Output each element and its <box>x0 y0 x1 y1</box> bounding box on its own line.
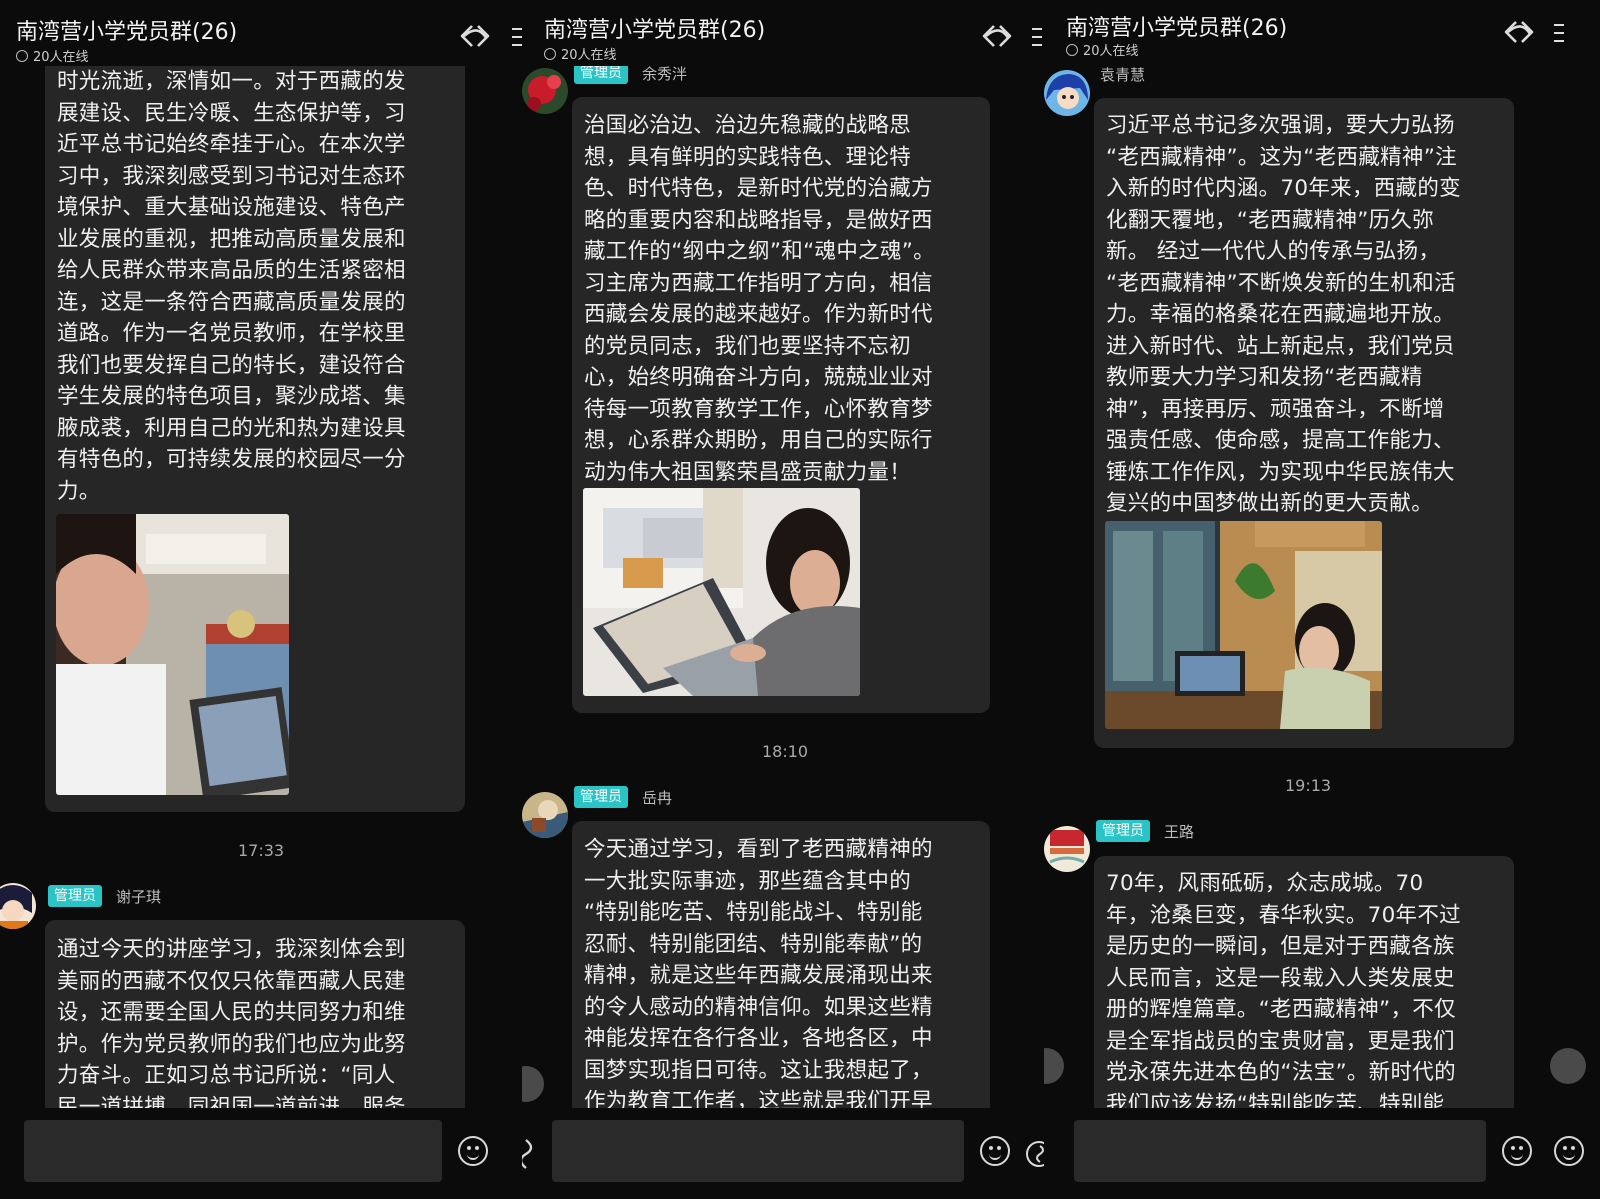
message-text: 治国必治边、治边先稳藏的战略思 想，具有鲜明的实践特色、理论特 色、时代特色，是… <box>584 113 935 485</box>
avatar[interactable] <box>522 68 568 114</box>
timestamp: 19:13 <box>1285 776 1332 795</box>
group-title[interactable]: 南湾营小学党员群(26) <box>16 14 237 46</box>
message-input[interactable] <box>552 1120 964 1182</box>
admin-badge: 管理员 <box>574 786 628 808</box>
chat-header: 南湾营小学党员群(26) 20人在线 <box>0 0 522 66</box>
emoji-icon[interactable] <box>1502 1136 1532 1166</box>
online-count: 20人在线 <box>33 50 89 65</box>
message-text: 习近平总书记多次强调，要大力弘扬 “老西藏精神”。这为“老西藏精神”注 入新的时… <box>1106 113 1461 516</box>
group-title[interactable]: 南湾营小学党员群(26) <box>544 12 765 44</box>
message-input[interactable] <box>1074 1120 1486 1182</box>
online-count: 20人在线 <box>1083 44 1139 59</box>
online-status: 20人在线 <box>544 44 617 63</box>
online-status: 20人在线 <box>1066 40 1139 59</box>
scroll-left-icon[interactable] <box>1044 1048 1064 1084</box>
message-photo[interactable] <box>56 514 289 795</box>
timestamp: 18:10 <box>762 742 809 761</box>
avatar[interactable] <box>1044 70 1090 116</box>
sender-name[interactable]: 袁青慧 <box>1100 64 1145 85</box>
menu-icon[interactable] <box>512 28 522 50</box>
message-text: 通过今天的讲座学习，我深刻体会到 美丽的西藏不仅仅只依靠西藏人民建 设，还需要全… <box>57 937 406 1120</box>
admin-badge: 管理员 <box>1096 820 1150 842</box>
avatar[interactable] <box>522 792 568 838</box>
emoji-icon[interactable] <box>458 1136 488 1166</box>
menu-icon[interactable] <box>1032 28 1042 50</box>
avatar[interactable] <box>1044 826 1090 872</box>
emoji-icon[interactable] <box>980 1136 1010 1166</box>
admin-badge: 管理员 <box>48 885 102 907</box>
message-photo[interactable] <box>583 488 860 696</box>
avatar[interactable] <box>0 883 36 929</box>
chat-panel-1: 时光流逝，深情如一。对于西藏的发 展建设、民生冷暖、生态保护等，习 近平总书记始… <box>0 0 522 1199</box>
online-count: 20人在线 <box>561 48 617 63</box>
chat-header: 南湾营小学党员群(26) 20人在线 <box>1044 0 1600 62</box>
check-circle-icon <box>544 48 556 60</box>
message-input[interactable] <box>24 1120 442 1182</box>
voice-icon[interactable] <box>522 1138 538 1170</box>
check-circle-icon <box>1066 44 1078 56</box>
timestamp: 17:33 <box>238 841 285 860</box>
emoji-icon[interactable] <box>1554 1136 1584 1166</box>
scroll-right-icon[interactable] <box>1550 1048 1586 1084</box>
message-text: 时光流逝，深情如一。对于西藏的发 展建设、民生冷暖、生态保护等，习 近平总书记始… <box>57 69 406 504</box>
menu-icon[interactable] <box>1554 24 1564 46</box>
message-text: 70年，风雨砥砺，众志成城。70 年，沧桑巨变，春华秋实。70年不过 是历史的一… <box>1106 871 1461 1117</box>
message-text: 今天通过学习，看到了老西藏精神的 一大批实际事迹，那些蕴含其中的 “特别能吃苦、… <box>584 837 933 1114</box>
scroll-left-icon[interactable] <box>522 1066 544 1102</box>
check-circle-icon <box>16 50 28 62</box>
group-title[interactable]: 南湾营小学党员群(26) <box>1066 10 1287 42</box>
share-icon[interactable] <box>1502 18 1536 46</box>
sender-name[interactable]: 谢子琪 <box>116 886 161 907</box>
share-icon[interactable] <box>458 22 492 50</box>
voice-icon[interactable] <box>1026 1138 1044 1170</box>
sender-name[interactable]: 余秀泮 <box>642 63 687 84</box>
message-photo[interactable] <box>1105 521 1382 729</box>
chat-panel-3: 袁青慧 习近平总书记多次强调，要大力弘扬 “老西藏精神”。这为“老西藏精神”注 … <box>1044 0 1600 1199</box>
sender-name[interactable]: 王路 <box>1164 821 1194 842</box>
chat-header: 南湾营小学党员群(26) 20人在线 <box>522 0 1044 66</box>
sender-name[interactable]: 岳冉 <box>642 787 672 808</box>
chat-panel-2: 管理员 余秀泮 治国必治边、治边先稳藏的战略思 想，具有鲜明的实践特色、理论特 … <box>522 0 1044 1199</box>
share-icon[interactable] <box>980 22 1014 50</box>
online-status: 20人在线 <box>16 46 89 65</box>
